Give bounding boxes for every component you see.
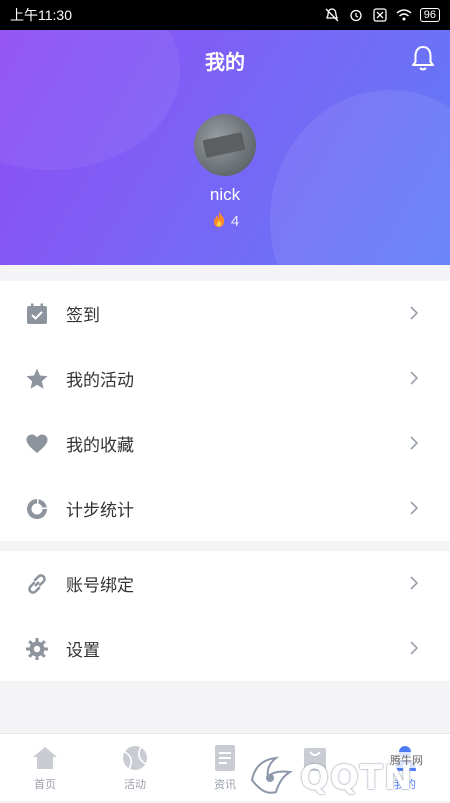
score-value: 4	[230, 212, 240, 230]
chevron-right-icon	[408, 500, 420, 516]
menu-item-my-favorites[interactable]: 我的收藏	[0, 411, 450, 476]
battery-indicator: 96	[419, 8, 440, 22]
bottom-tab-bar: 首页 活动 资讯 我的	[0, 733, 450, 801]
wifi-icon	[396, 8, 412, 22]
home-icon	[31, 744, 59, 772]
chevron-right-icon	[408, 640, 420, 656]
alarm-icon	[348, 8, 364, 22]
profile-header: 我的 nick 4	[0, 30, 450, 265]
menu-item-checkin[interactable]: 签到	[0, 281, 450, 346]
link-icon	[24, 571, 50, 597]
tab-label: 我的	[394, 779, 416, 791]
user-icon	[391, 744, 419, 772]
menu-item-label: 计步统计	[66, 501, 134, 520]
menu-item-label: 我的活动	[66, 371, 134, 390]
menu-item-label: 我的收藏	[66, 436, 134, 455]
status-bar: 上午11:30 96	[0, 0, 450, 30]
tab-activities[interactable]: 活动	[90, 734, 180, 801]
tab-label: 活动	[124, 779, 146, 791]
chevron-right-icon	[408, 435, 420, 451]
status-time: 上午11:30	[10, 7, 72, 23]
tab-mine[interactable]: 我的	[360, 734, 450, 801]
gear-icon	[24, 636, 50, 662]
tab-label: 首页	[34, 779, 56, 791]
menu-item-label: 设置	[66, 641, 100, 660]
menu-item-label: 账号绑定	[66, 576, 134, 595]
ball-icon	[121, 744, 149, 772]
mute-icon	[324, 8, 340, 22]
username: nick	[209, 185, 241, 204]
menu-item-label: 签到	[66, 306, 100, 325]
chevron-right-icon	[408, 305, 420, 321]
menu-item-account-binding[interactable]: 账号绑定	[0, 551, 450, 616]
avatar[interactable]	[194, 114, 256, 176]
flame-icon	[211, 210, 227, 232]
bag-icon	[301, 744, 329, 772]
tab-news[interactable]: 资讯	[180, 734, 270, 801]
tab-shop[interactable]	[270, 734, 360, 801]
tab-home[interactable]: 首页	[0, 734, 90, 801]
menu-group-account: 账号绑定 设置	[0, 551, 450, 681]
score-badge: 4	[0, 210, 450, 232]
bell-icon[interactable]	[410, 44, 436, 72]
pie-chart-icon	[24, 496, 50, 522]
menu-group-main: 签到 我的活动 我的收藏 计步统计	[0, 281, 450, 541]
chevron-right-icon	[408, 370, 420, 386]
chevron-right-icon	[408, 575, 420, 591]
menu-item-step-stats[interactable]: 计步统计	[0, 476, 450, 541]
tab-label: 资讯	[214, 779, 236, 791]
star-icon	[24, 366, 50, 392]
heart-icon	[24, 431, 50, 457]
menu-item-settings[interactable]: 设置	[0, 616, 450, 681]
status-icons: 96	[324, 8, 440, 22]
calendar-check-icon	[24, 301, 50, 327]
menu-item-my-activities[interactable]: 我的活动	[0, 346, 450, 411]
notification-x-icon	[372, 8, 388, 22]
document-icon	[211, 744, 239, 772]
page-title: 我的	[205, 52, 245, 74]
